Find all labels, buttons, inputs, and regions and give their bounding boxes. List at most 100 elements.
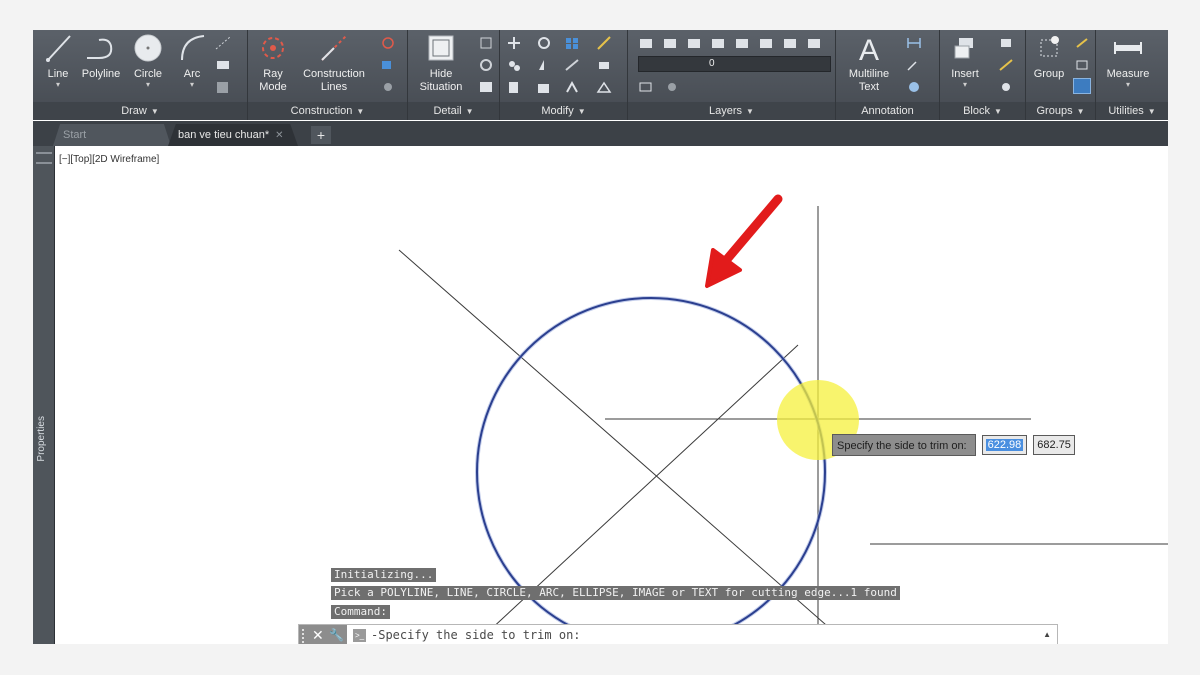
annotation-panel-title[interactable]: Annotation [836,102,939,120]
layer-dropdown[interactable]: 0 [638,56,831,72]
close-icon[interactable]: ✕ [275,130,283,141]
leader-icon[interactable] [906,58,922,72]
construction-line-icon[interactable] [215,36,231,50]
layers-panel-title[interactable]: Layers ▼ [628,102,835,120]
ungroup-icon[interactable] [1074,36,1090,50]
properties-palette-strip[interactable]: Properties [33,146,55,644]
layer-isolate-icon[interactable] [686,36,702,50]
update-view-icon[interactable] [478,80,494,94]
ribbon: Line ▾ Polyline Circle ▾ Arc ▾ Draw ▼ Ra… [33,30,1168,120]
trim-icon[interactable] [596,36,612,50]
viewport-controls-label[interactable]: [−][Top][2D Wireframe] [59,154,159,165]
table-icon[interactable] [906,80,922,94]
tooltip-prompt: Specify the side to trim on: [832,434,976,456]
group-edit-icon[interactable] [1074,58,1090,72]
group-tool[interactable]: Group [1030,32,1068,81]
chevron-down-icon: ▾ [55,80,60,89]
arc-icon [181,35,205,61]
drawing-canvas[interactable] [55,146,1168,644]
layer-off-icon[interactable] [734,36,750,50]
snap-icon[interactable] [380,80,396,94]
edit-block-icon[interactable] [998,58,1014,72]
multiline-label: Multiline [848,68,890,80]
make-current-icon[interactable] [638,80,654,94]
new-tab-button[interactable]: + [311,126,331,144]
draw-panel-title[interactable]: Draw ▼ [33,102,247,120]
chevron-down-icon: ▾ [189,80,194,89]
ray-label: Ray [263,68,283,80]
copy-icon[interactable] [506,58,522,72]
command-line[interactable]: ✕ 🔧 >_ -Specify the side to trim on: ▲ [298,624,1058,644]
match-layer-icon[interactable] [664,80,680,94]
hide-situation-tool[interactable]: Hide Situation [416,32,466,94]
hatch-icon[interactable] [215,80,231,94]
construction-label: Construction [303,68,365,80]
move-icon[interactable] [506,36,522,50]
dynamic-input-tooltip: Specify the side to trim on: 622.98 682.… [832,434,1075,456]
construction-lines-tool[interactable]: Construction Lines [298,32,370,94]
construction-panel: Ray Mode Construction Lines Construction… [248,30,408,120]
annotation-panel: A Multiline Text Annotation [836,30,940,120]
attribute-icon[interactable] [998,80,1014,94]
block-panel-title[interactable]: Block ▼ [940,102,1025,120]
groups-panel-title[interactable]: Groups ▼ [1026,102,1095,120]
ray-mode-tool[interactable]: Ray Mode [256,32,290,94]
offset-icon[interactable] [564,80,580,94]
scale-icon[interactable] [536,80,552,94]
command-prompt-text[interactable]: -Specify the side to trim on: [371,628,581,642]
create-block-icon[interactable] [998,36,1014,50]
detail-panel-title[interactable]: Detail ▼ [408,102,499,120]
chevron-up-icon[interactable]: ▲ [1043,630,1051,639]
layers-panel: 0 Layers ▼ [628,30,836,120]
layer-freeze-icon[interactable] [710,36,726,50]
rotate-icon[interactable] [536,36,552,50]
insert-tool[interactable]: Insert ▾ [946,32,984,89]
tab-drawing-file[interactable]: ban ve tieu chuan* ✕ [168,124,298,146]
circle-tool[interactable]: Circle ▾ [131,32,165,89]
svg-text:A: A [859,34,879,64]
command-prompt-icon[interactable]: >_ [353,629,366,642]
gear-icon[interactable] [478,58,494,72]
grip-icon[interactable] [36,152,52,164]
detail-view-icon[interactable] [478,36,494,50]
y-coordinate-field[interactable]: 682.75 [1033,435,1075,455]
layer-previous-icon[interactable] [806,36,822,50]
insert-block-icon [954,38,973,59]
layer-properties-icon[interactable] [638,36,654,50]
fillet-icon[interactable] [564,58,580,72]
layer-states-icon[interactable] [662,36,678,50]
measure-tool[interactable]: Measure ▾ [1104,32,1152,89]
mirror-icon[interactable] [536,58,552,72]
construction-panel-title[interactable]: Construction ▼ [248,102,407,120]
close-icon[interactable]: ✕ [312,627,324,643]
dimension-icon[interactable] [906,36,922,50]
wrench-icon[interactable]: 🔧 [329,628,344,642]
modify-panel-title[interactable]: Modify ▼ [500,102,627,120]
target-icon[interactable] [380,36,396,50]
explode-icon[interactable] [596,80,612,94]
blocks-icon[interactable] [380,58,396,72]
x-coordinate-field[interactable]: 622.98 [981,435,1028,455]
polyline-label: Polyline [81,68,121,80]
line-tool[interactable]: Line ▾ [43,32,73,89]
polyline-tool[interactable]: Polyline [79,32,123,81]
layer-match-icon[interactable] [782,36,798,50]
utilities-panel-title[interactable]: Utilities ▼ [1096,102,1168,120]
layer-lock-icon[interactable] [758,36,774,50]
group-icon [1040,36,1059,57]
arc-tool[interactable]: Arc ▾ [175,32,209,89]
array-icon[interactable] [564,36,580,50]
rectangle-icon[interactable] [215,58,231,72]
drawing-viewport[interactable]: [−][Top][2D Wireframe] Specify the side … [55,146,1168,644]
multiline-text-tool[interactable]: A Multiline Text [840,32,898,94]
stretch-icon[interactable] [506,80,522,94]
erase-icon[interactable] [596,58,612,72]
mode-label: Mode [259,81,287,93]
measure-icon [1114,42,1142,54]
utilities-panel: Measure ▾ Utilities ▼ [1096,30,1168,120]
text-icon: A [859,34,879,64]
history-line: Command: [331,605,390,619]
group-selection-icon[interactable] [1073,78,1091,94]
chevron-down-icon: ▾ [145,80,150,89]
tab-start[interactable]: Start [53,124,171,146]
